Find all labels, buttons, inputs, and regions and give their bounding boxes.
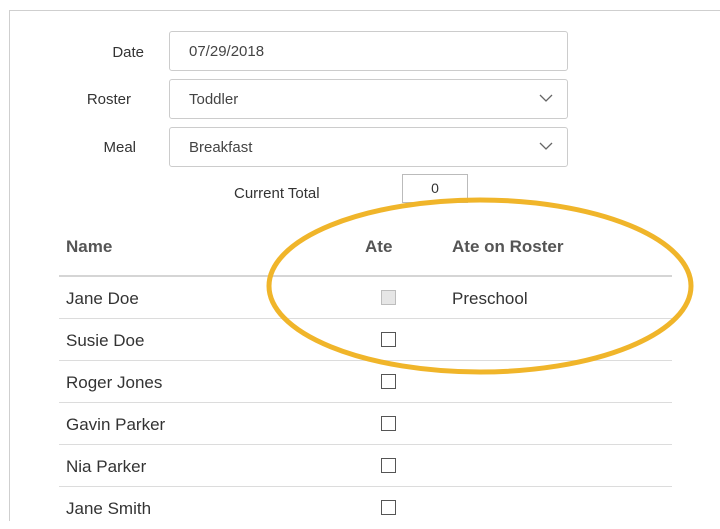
meal-select[interactable]: Breakfast xyxy=(169,127,568,167)
roster-value: Toddler xyxy=(189,91,239,108)
chevron-down-icon xyxy=(539,94,553,102)
table-row: Gavin Parker xyxy=(59,403,672,445)
meal-label: Meal xyxy=(103,139,136,156)
table-row: Roger Jones xyxy=(59,361,672,403)
ate-checkbox[interactable] xyxy=(381,458,396,473)
row-ate-on-roster: Preschool xyxy=(452,289,528,308)
row-name: Nia Parker xyxy=(66,457,147,476)
column-header-name: Name xyxy=(66,237,113,256)
meal-value: Breakfast xyxy=(189,139,253,156)
ate-checkbox[interactable] xyxy=(381,416,396,431)
row-name: Jane Doe xyxy=(66,289,139,308)
table-row: Jane Doe Preschool xyxy=(59,277,672,319)
ate-checkbox[interactable] xyxy=(381,332,396,347)
column-header-ate: Ate xyxy=(365,237,393,256)
row-name: Susie Doe xyxy=(66,331,145,350)
roster-select[interactable]: Toddler xyxy=(169,79,568,119)
ate-checkbox[interactable] xyxy=(381,374,396,389)
row-name: Jane Smith xyxy=(66,499,152,518)
current-total-field[interactable]: 0 xyxy=(402,174,468,203)
table-row: Susie Doe xyxy=(59,319,672,361)
ate-checkbox[interactable] xyxy=(381,500,396,515)
current-total-label: Current Total xyxy=(234,185,320,202)
roster-label: Roster xyxy=(86,91,131,108)
date-field[interactable]: 07/29/2018 xyxy=(169,31,568,71)
table-row: Nia Parker xyxy=(59,445,672,487)
ate-checkbox xyxy=(381,290,396,305)
column-header-ate-on-roster: Ate on Roster xyxy=(452,237,564,256)
chevron-down-icon xyxy=(539,142,553,150)
row-name: Gavin Parker xyxy=(66,415,166,434)
date-value: 07/29/2018 xyxy=(189,43,265,60)
table-row: Jane Smith xyxy=(59,487,672,529)
date-label: Date xyxy=(112,44,144,61)
row-name: Roger Jones xyxy=(66,373,163,392)
